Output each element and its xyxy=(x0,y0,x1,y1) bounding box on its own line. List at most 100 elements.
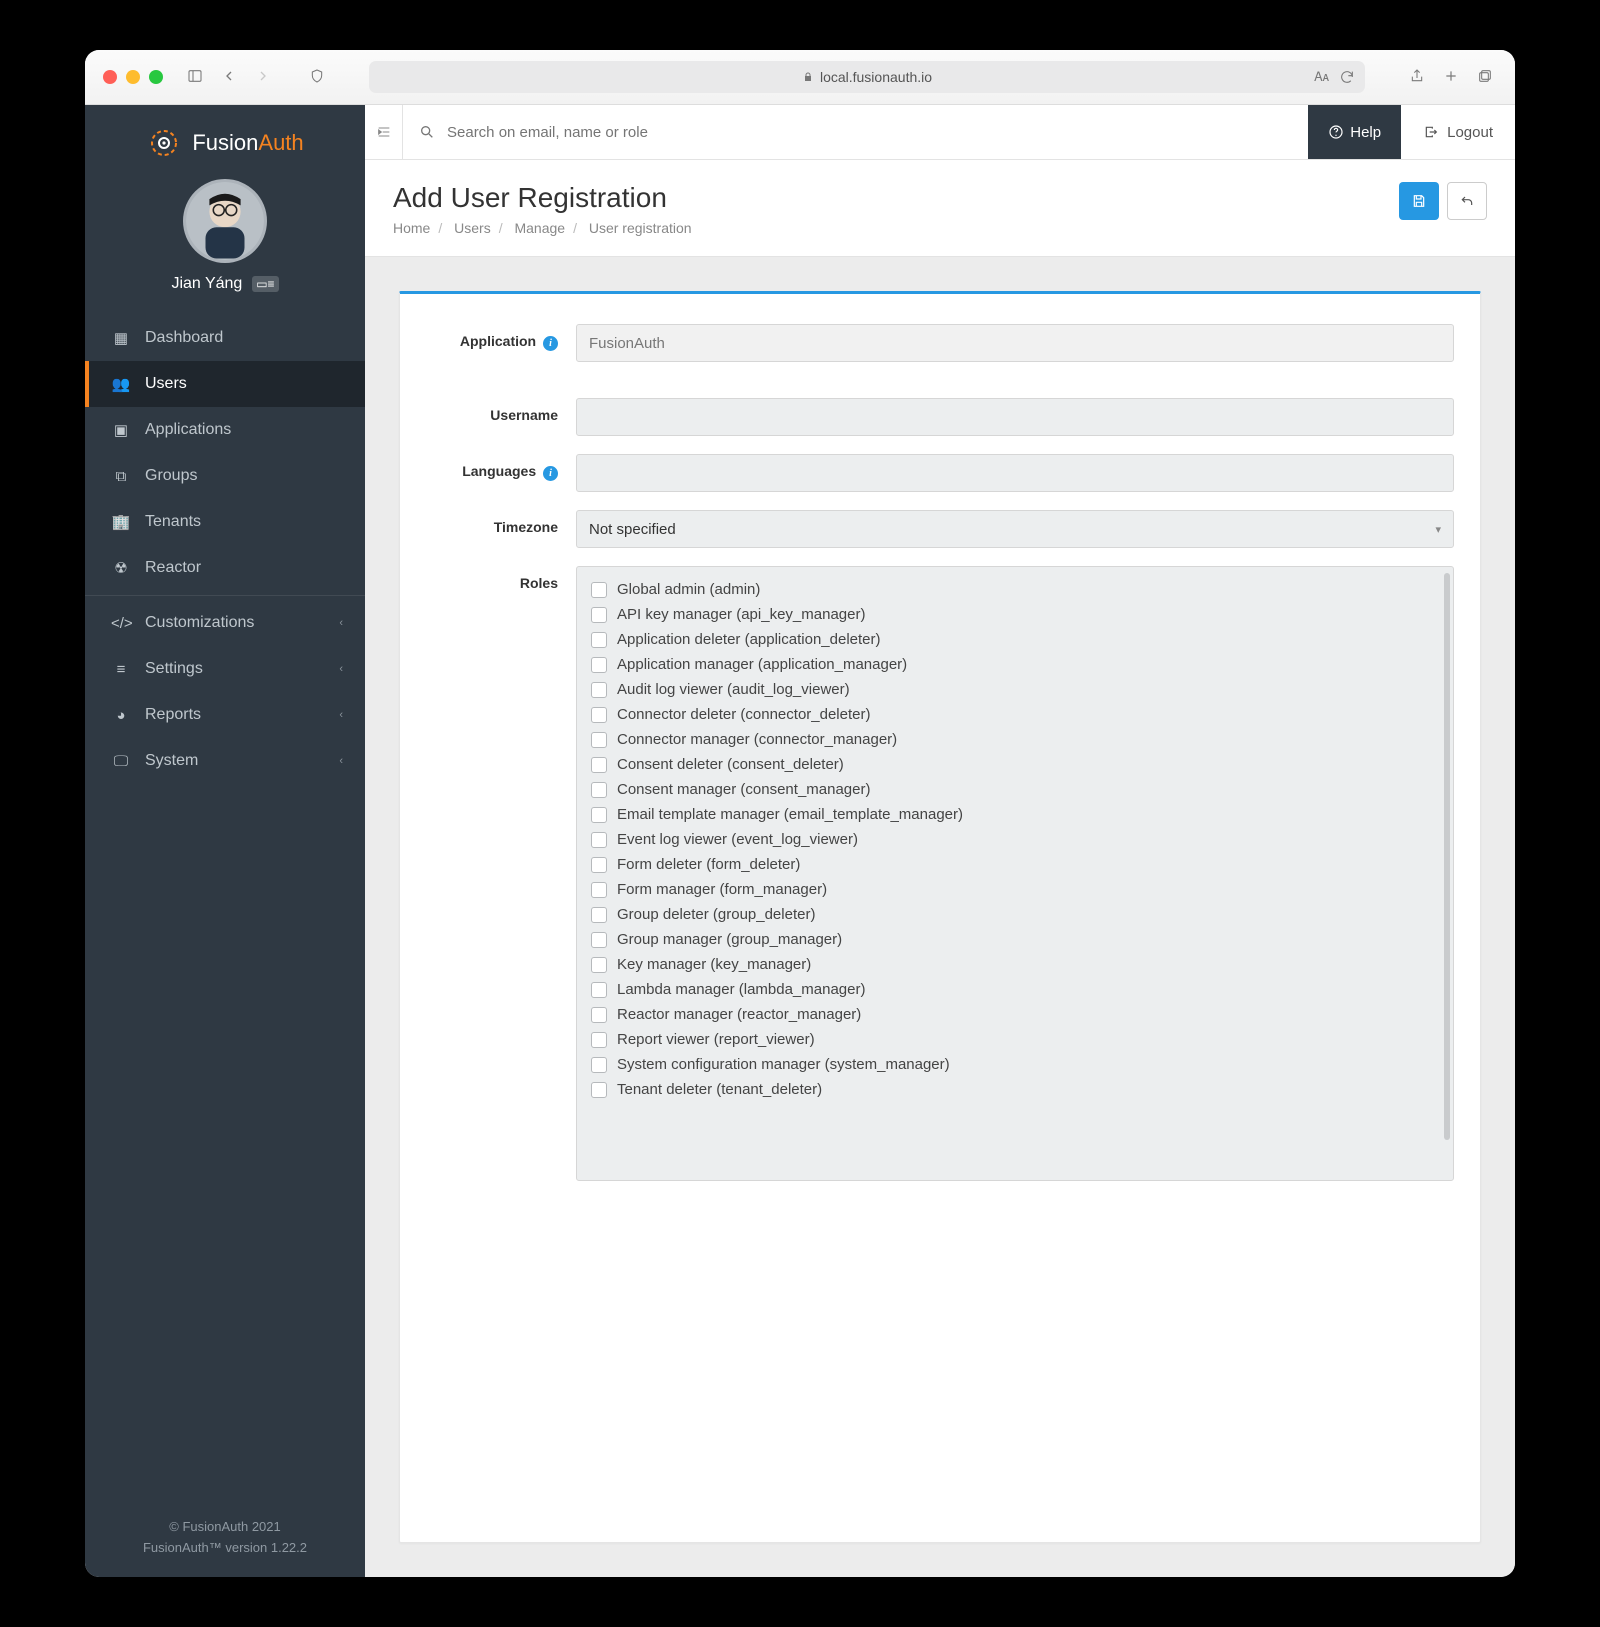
role-item[interactable]: Audit log viewer (audit_log_viewer) xyxy=(591,677,1439,702)
back-icon[interactable] xyxy=(217,68,241,87)
url-bar[interactable]: local.fusionauth.io 🗛 xyxy=(369,61,1365,93)
checkbox[interactable] xyxy=(591,757,607,773)
role-item[interactable]: Connector manager (connector_manager) xyxy=(591,727,1439,752)
user-name-row[interactable]: Jian Yáng ▭≡ xyxy=(85,275,365,293)
role-label: Consent deleter (consent_deleter) xyxy=(617,756,844,773)
role-item[interactable]: Report viewer (report_viewer) xyxy=(591,1027,1439,1052)
checkbox[interactable] xyxy=(591,832,607,848)
maximize-window-icon[interactable] xyxy=(149,70,163,84)
share-icon[interactable] xyxy=(1405,68,1429,87)
help-button[interactable]: Help xyxy=(1308,105,1401,159)
sidebar-item-system[interactable]: 🖵System‹ xyxy=(85,738,365,784)
checkbox[interactable] xyxy=(591,732,607,748)
checkbox[interactable] xyxy=(591,707,607,723)
sidebar-item-reports[interactable]: ◕Reports‹ xyxy=(85,692,365,738)
checkbox[interactable] xyxy=(591,682,607,698)
collapse-sidebar-button[interactable] xyxy=(365,105,403,159)
role-item[interactable]: Group manager (group_manager) xyxy=(591,927,1439,952)
sidebar-item-label: Dashboard xyxy=(145,329,223,347)
info-icon[interactable]: i xyxy=(543,336,558,351)
role-item[interactable]: Form manager (form_manager) xyxy=(591,877,1439,902)
role-item[interactable]: Form deleter (form_deleter) xyxy=(591,852,1439,877)
checkbox[interactable] xyxy=(591,657,607,673)
brand-logo[interactable]: FusionAuth xyxy=(85,105,365,175)
role-item[interactable]: Event log viewer (event_log_viewer) xyxy=(591,827,1439,852)
role-item[interactable]: Tenant deleter (tenant_deleter) xyxy=(591,1077,1439,1102)
checkbox[interactable] xyxy=(591,582,607,598)
role-item[interactable]: Key manager (key_manager) xyxy=(591,952,1439,977)
role-item[interactable]: Reactor manager (reactor_manager) xyxy=(591,1002,1439,1027)
logo-text: FusionAuth xyxy=(192,130,303,156)
role-item[interactable]: Group deleter (group_deleter) xyxy=(591,902,1439,927)
role-item[interactable]: Consent manager (consent_manager) xyxy=(591,777,1439,802)
checkbox[interactable] xyxy=(591,932,607,948)
crumb-home[interactable]: Home xyxy=(393,220,430,236)
crumb-manage[interactable]: Manage xyxy=(514,220,565,236)
translate-icon[interactable]: 🗛 xyxy=(1314,69,1329,85)
checkbox[interactable] xyxy=(591,782,607,798)
checkbox[interactable] xyxy=(591,1007,607,1023)
checkbox[interactable] xyxy=(591,882,607,898)
role-label: Group manager (group_manager) xyxy=(617,931,842,948)
sidebar-item-customizations[interactable]: </>Customizations‹ xyxy=(85,600,365,646)
roles-listbox[interactable]: Global admin (admin)API key manager (api… xyxy=(576,566,1454,1181)
tabs-icon[interactable] xyxy=(1473,68,1497,87)
role-item[interactable]: Lambda manager (lambda_manager) xyxy=(591,977,1439,1002)
save-icon xyxy=(1411,193,1427,209)
checkbox[interactable] xyxy=(591,857,607,873)
minimize-window-icon[interactable] xyxy=(126,70,140,84)
sidebar-item-label: System xyxy=(145,752,198,770)
timezone-select[interactable]: Not specified ▾ xyxy=(576,510,1454,548)
checkbox[interactable] xyxy=(591,1057,607,1073)
sidebar-item-applications[interactable]: ▣Applications xyxy=(85,407,365,453)
sidebar-item-groups[interactable]: ⧉Groups xyxy=(85,453,365,499)
close-window-icon[interactable] xyxy=(103,70,117,84)
role-label: System configuration manager (system_man… xyxy=(617,1056,950,1073)
save-button[interactable] xyxy=(1399,182,1439,220)
username-field[interactable] xyxy=(576,398,1454,436)
checkbox[interactable] xyxy=(591,1082,607,1098)
sidebar-item-label: Reactor xyxy=(145,559,201,577)
role-item[interactable]: Application deleter (application_deleter… xyxy=(591,627,1439,652)
checkbox[interactable] xyxy=(591,982,607,998)
sidebar-toggle-icon[interactable] xyxy=(183,68,207,87)
checkbox[interactable] xyxy=(591,1032,607,1048)
role-item[interactable]: System configuration manager (system_man… xyxy=(591,1052,1439,1077)
checkbox[interactable] xyxy=(591,957,607,973)
timezone-value: Not specified xyxy=(589,521,676,538)
new-tab-icon[interactable] xyxy=(1439,68,1463,87)
checkbox[interactable] xyxy=(591,907,607,923)
sidebar-item-label: Settings xyxy=(145,660,203,678)
sidebar-item-users[interactable]: 👥Users xyxy=(85,361,365,407)
reload-icon[interactable] xyxy=(1339,69,1355,85)
role-label: Tenant deleter (tenant_deleter) xyxy=(617,1081,822,1098)
role-item[interactable]: API key manager (api_key_manager) xyxy=(591,602,1439,627)
languages-field[interactable] xyxy=(576,454,1454,492)
indent-icon xyxy=(376,124,392,140)
search-input[interactable] xyxy=(447,124,1292,141)
crumb-users[interactable]: Users xyxy=(454,220,491,236)
checkbox[interactable] xyxy=(591,632,607,648)
label-application: Application i xyxy=(426,324,576,351)
sliders-icon: ≡ xyxy=(111,661,131,678)
role-item[interactable]: Connector deleter (connector_deleter) xyxy=(591,702,1439,727)
role-label: Reactor manager (reactor_manager) xyxy=(617,1006,861,1023)
shield-icon[interactable] xyxy=(305,68,329,87)
sidebar-item-dashboard[interactable]: ▦Dashboard xyxy=(85,315,365,361)
checkbox[interactable] xyxy=(591,607,607,623)
back-button[interactable] xyxy=(1447,182,1487,220)
sidebar-item-label: Users xyxy=(145,375,187,393)
sidebar-item-reactor[interactable]: ☢Reactor xyxy=(85,545,365,591)
role-item[interactable]: Application manager (application_manager… xyxy=(591,652,1439,677)
sidebar-item-settings[interactable]: ≡Settings‹ xyxy=(85,646,365,692)
forward-icon[interactable] xyxy=(251,68,275,87)
info-icon[interactable]: i xyxy=(543,466,558,481)
role-item[interactable]: Email template manager (email_template_m… xyxy=(591,802,1439,827)
role-item[interactable]: Consent deleter (consent_deleter) xyxy=(591,752,1439,777)
sidebar-item-tenants[interactable]: 🏢Tenants xyxy=(85,499,365,545)
checkbox[interactable] xyxy=(591,807,607,823)
role-item[interactable]: Global admin (admin) xyxy=(591,577,1439,602)
avatar[interactable] xyxy=(183,179,267,263)
code-icon: </> xyxy=(111,615,131,632)
logout-button[interactable]: Logout xyxy=(1401,105,1515,159)
